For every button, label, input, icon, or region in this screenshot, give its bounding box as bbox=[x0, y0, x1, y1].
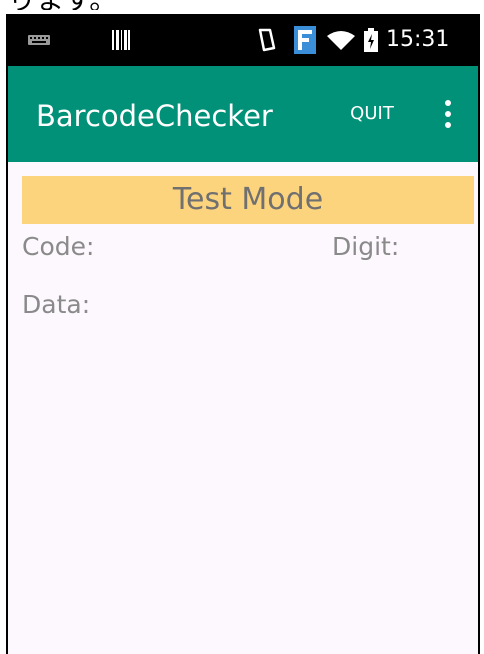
battery-icon bbox=[364, 28, 378, 52]
app-title: BarcodeChecker bbox=[36, 99, 273, 133]
test-mode-banner: Test Mode bbox=[22, 176, 474, 224]
more-vert-icon[interactable] bbox=[428, 94, 468, 134]
status-time: 15:31 bbox=[386, 27, 450, 52]
wifi-icon bbox=[327, 31, 355, 50]
digit-label: Digit: bbox=[332, 232, 400, 261]
main-content: Test Mode Code: Digit: Data: bbox=[8, 162, 478, 654]
document-caption-text: ります。 bbox=[8, 0, 208, 10]
f-app-icon bbox=[294, 26, 316, 54]
app-toolbar: BarcodeChecker QUIT bbox=[8, 66, 478, 162]
device-screen: 15:31 BarcodeChecker QUIT Test Mode Code… bbox=[6, 14, 480, 654]
barcode-icon bbox=[112, 30, 130, 50]
screenshot-root: ります。 bbox=[0, 0, 484, 654]
code-label: Code: bbox=[22, 232, 95, 261]
keyboard-icon bbox=[28, 35, 50, 45]
status-bar: 15:31 bbox=[8, 16, 478, 66]
data-label: Data: bbox=[22, 290, 91, 319]
quit-button[interactable]: QUIT bbox=[338, 96, 406, 132]
screen-rotation-icon bbox=[258, 28, 276, 52]
